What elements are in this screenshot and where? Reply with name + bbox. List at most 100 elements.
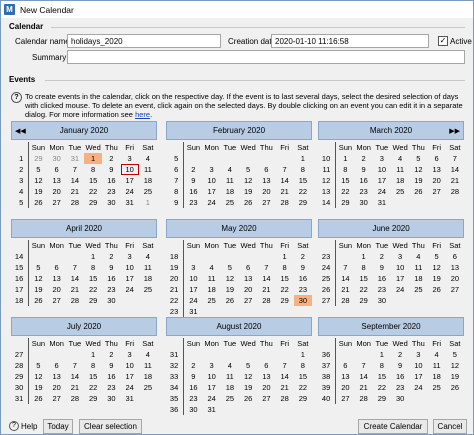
day-cell[interactable]: 10 (203, 175, 221, 186)
day-cell[interactable]: 21 (257, 284, 275, 295)
day-cell[interactable]: 6 (336, 360, 354, 371)
day-cell[interactable]: 3 (121, 349, 139, 360)
day-cell[interactable]: 13 (446, 262, 464, 273)
day-cell[interactable]: 21 (66, 382, 84, 393)
day-cell[interactable]: 12 (409, 164, 427, 175)
day-cell[interactable]: 2 (391, 349, 409, 360)
day-cell[interactable]: 15 (84, 273, 102, 284)
day-cell[interactable]: 10 (391, 262, 409, 273)
day-cell[interactable]: 23 (184, 197, 202, 208)
day-cell[interactable]: 15 (294, 175, 312, 186)
day-cell[interactable]: 10 (121, 262, 139, 273)
day-cell[interactable]: 21 (276, 382, 294, 393)
day-cell[interactable]: 20 (257, 186, 275, 197)
day-cell[interactable]: 17 (184, 284, 202, 295)
day-cell[interactable]: 13 (257, 371, 275, 382)
help-button[interactable]: ? Help (9, 421, 37, 431)
day-cell[interactable]: 29 (373, 393, 391, 404)
day-cell[interactable]: 23 (373, 284, 391, 295)
day-cell[interactable]: 6 (48, 262, 66, 273)
day-cell[interactable]: 11 (221, 371, 239, 382)
day-cell[interactable]: 7 (336, 262, 354, 273)
day-cell[interactable]: 1 (294, 153, 312, 164)
day-cell[interactable]: 25 (428, 382, 446, 393)
day-cell[interactable]: 21 (66, 186, 84, 197)
day-cell[interactable]: 28 (355, 393, 373, 404)
day-cell[interactable]: 8 (84, 360, 102, 371)
day-cell[interactable]: 30 (293, 295, 312, 306)
day-cell[interactable]: 18 (391, 175, 409, 186)
day-cell[interactable]: 20 (239, 284, 257, 295)
day-cell[interactable]: 6 (428, 153, 446, 164)
day-cell[interactable]: 3 (184, 262, 202, 273)
day-cell[interactable]: 25 (139, 382, 157, 393)
day-cell[interactable]: 13 (48, 371, 66, 382)
day-cell[interactable]: 23 (391, 382, 409, 393)
day-cell[interactable]: 8 (84, 164, 102, 175)
day-cell[interactable]: 6 (257, 164, 275, 175)
day-cell[interactable]: 5 (409, 153, 427, 164)
day-cell[interactable]: 8 (276, 262, 294, 273)
day-cell[interactable]: 25 (139, 186, 157, 197)
day-cell[interactable]: 15 (84, 371, 102, 382)
day-cell[interactable]: 19 (221, 284, 239, 295)
day-cell[interactable]: 5 (239, 164, 257, 175)
day-cell[interactable]: 22 (294, 186, 312, 197)
day-cell[interactable]: 24 (203, 197, 221, 208)
day-cell[interactable]: 7 (446, 153, 464, 164)
day-cell[interactable]: 21 (355, 382, 373, 393)
day-cell[interactable]: 28 (336, 295, 354, 306)
day-cell[interactable]: 20 (48, 186, 66, 197)
day-cell[interactable]: 25 (391, 186, 409, 197)
day-cell[interactable]: 3 (373, 153, 391, 164)
day-cell[interactable]: 31 (184, 306, 202, 317)
day-cell[interactable]: 2 (355, 153, 373, 164)
day-cell[interactable]: 25 (203, 295, 221, 306)
day-cell[interactable]: 19 (409, 175, 427, 186)
day-cell[interactable]: 19 (239, 186, 257, 197)
day-cell[interactable]: 27 (257, 197, 275, 208)
day-cell[interactable]: 26 (428, 284, 446, 295)
day-cell[interactable]: 16 (102, 175, 120, 186)
day-cell[interactable]: 5 (239, 360, 257, 371)
day-cell[interactable]: 7 (355, 360, 373, 371)
day-cell[interactable]: 19 (29, 186, 47, 197)
day-cell[interactable]: 19 (428, 273, 446, 284)
day-cell[interactable]: 13 (48, 175, 66, 186)
day-cell[interactable]: 30 (102, 295, 120, 306)
day-cell[interactable]: 15 (355, 273, 373, 284)
day-cell[interactable]: 4 (139, 251, 157, 262)
day-cell[interactable]: 9 (102, 360, 120, 371)
day-cell[interactable]: 11 (221, 175, 239, 186)
day-cell[interactable]: 4 (428, 349, 446, 360)
day-cell[interactable]: 4 (391, 153, 409, 164)
day-cell[interactable]: 19 (446, 371, 464, 382)
help-link[interactable]: here (135, 110, 150, 119)
day-cell[interactable]: 28 (66, 197, 84, 208)
day-cell[interactable]: 10 (120, 164, 139, 175)
day-cell[interactable]: 14 (257, 273, 275, 284)
day-cell[interactable]: 25 (221, 393, 239, 404)
day-cell[interactable]: 11 (139, 164, 157, 175)
day-cell[interactable]: 6 (48, 164, 66, 175)
day-cell[interactable]: 1 (276, 251, 294, 262)
day-cell[interactable]: 9 (355, 164, 373, 175)
day-cell[interactable]: 27 (239, 295, 257, 306)
day-cell[interactable]: 3 (409, 349, 427, 360)
day-cell[interactable]: 9 (184, 175, 202, 186)
day-cell[interactable]: 3 (203, 360, 221, 371)
day-cell[interactable]: 10 (184, 273, 202, 284)
day-cell[interactable]: 9 (184, 371, 202, 382)
create-calendar-button[interactable]: Create Calendar (358, 419, 428, 434)
day-cell[interactable]: 25 (139, 284, 157, 295)
day-cell[interactable]: 17 (121, 273, 139, 284)
day-cell[interactable]: 22 (84, 186, 102, 197)
day-cell[interactable]: 26 (409, 186, 427, 197)
day-cell[interactable]: 29 (84, 197, 102, 208)
day-cell[interactable]: 12 (29, 175, 47, 186)
day-cell[interactable]: 8 (355, 262, 373, 273)
day-cell[interactable]: 30 (102, 393, 120, 404)
day-cell[interactable]: 6 (257, 360, 275, 371)
day-cell[interactable]: 8 (336, 164, 354, 175)
day-cell[interactable]: 1 (336, 153, 354, 164)
